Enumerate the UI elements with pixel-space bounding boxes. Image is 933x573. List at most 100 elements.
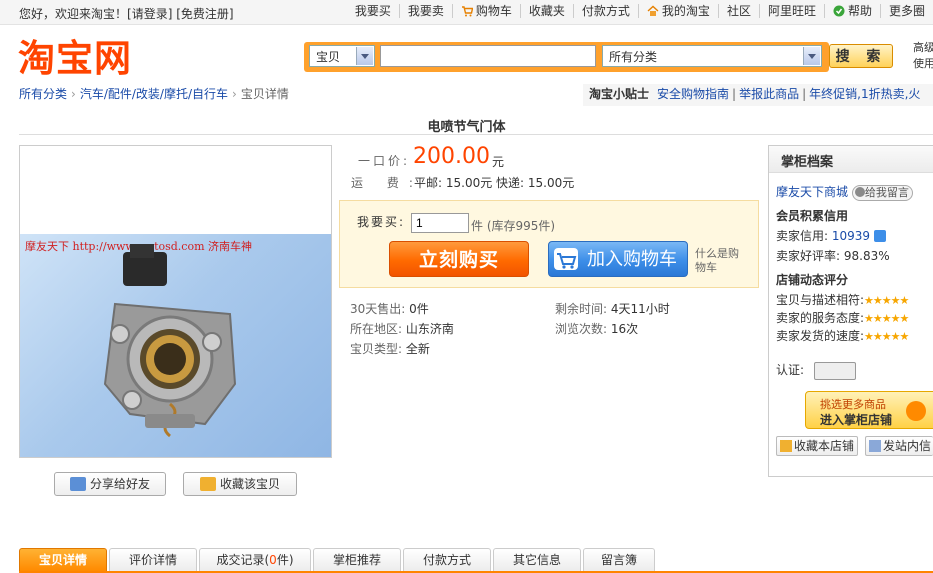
shipping-value: 平邮: 15.00元 快递: 15.00元	[414, 176, 575, 190]
favorite-button-label: 收藏该宝贝	[219, 477, 280, 491]
breadcrumb: 所有分类 › 汽车/配件/改装/摩托/自行车 › 宝贝详情	[19, 85, 289, 102]
nav-favorites[interactable]: 收藏夹	[519, 4, 573, 18]
advanced-search-link[interactable]: 高级 使用	[913, 40, 933, 72]
taobao-logo[interactable]: 淘宝网	[18, 36, 132, 80]
chevron-down-icon	[356, 47, 373, 65]
mail-icon	[869, 440, 881, 452]
price-unit: 元	[492, 155, 505, 169]
price-label: 一口价:	[358, 154, 411, 168]
tab-item-detail[interactable]: 宝贝详情	[19, 548, 107, 571]
nav-aliwangwang[interactable]: 阿里旺旺	[758, 4, 824, 18]
certification-badge-icon[interactable]	[813, 361, 856, 380]
rating-stars: ★★★★★	[864, 294, 909, 307]
nav-sell[interactable]: 我要卖	[398, 4, 452, 18]
tip-link-guide[interactable]: 安全购物指南	[657, 87, 729, 101]
product-title: 电喷节气门体	[427, 120, 506, 135]
nav-cart-label: 购物车	[475, 4, 512, 18]
stat-remaining: 剩余时间: 4天11小时	[555, 300, 670, 317]
register-link[interactable]: [免费注册]	[176, 7, 233, 21]
crown-icon	[873, 230, 886, 242]
favorite-shop-label: 收藏本店铺	[794, 439, 855, 453]
login-link[interactable]: [请登录]	[127, 7, 172, 21]
tip-link-promo[interactable]: 年终促销,1折热卖,火	[809, 87, 920, 101]
stat-sold-label: 30天售出:	[350, 302, 406, 316]
nav-buy[interactable]: 我要买	[347, 4, 399, 18]
nav-my-taobao-label: 我的淘宝	[661, 4, 710, 18]
nav-my-taobao[interactable]: 我的淘宝	[637, 4, 718, 18]
home-icon	[647, 5, 659, 16]
leave-message-button[interactable]: 给我留言	[851, 185, 913, 201]
title-bar: 电喷节气门体	[19, 110, 933, 135]
rating-label: 卖家的服务态度:	[776, 311, 865, 325]
stat-remaining-value: 4天11小时	[610, 302, 670, 316]
rating-row: 卖家发货的速度:★★★★★	[776, 327, 909, 344]
search-button[interactable]: 搜 索	[829, 44, 893, 68]
quantity-input[interactable]	[411, 213, 469, 233]
nav-buy-label: 我要买	[354, 4, 391, 18]
tab-reviews[interactable]: 评价详情	[109, 548, 197, 571]
seller-shop-row: 摩友天下商城 给我留言	[776, 183, 913, 201]
cart-icon	[554, 248, 578, 270]
breadcrumb-all[interactable]: 所有分类	[19, 87, 67, 101]
nav-community-label: 社区	[726, 4, 751, 18]
certification-label: 认证:	[776, 363, 805, 377]
seller-credit-value[interactable]: 10939	[832, 229, 870, 243]
more-items-label: 挑选更多商品	[820, 398, 886, 411]
tab-transactions-count: 0	[269, 553, 277, 567]
favorite-icon	[199, 477, 216, 491]
favorite-item-button[interactable]: 收藏该宝贝	[183, 472, 297, 496]
price-value: 200.00	[413, 144, 490, 169]
tab-transactions[interactable]: 成交记录(0件)	[199, 548, 311, 571]
search-input[interactable]	[380, 45, 596, 67]
tab-other-info[interactable]: 其它信息	[493, 548, 581, 571]
category-select[interactable]: 所有分类	[602, 45, 822, 67]
send-message-button[interactable]: 发站内信	[865, 436, 933, 456]
stat-sold-value: 0件	[409, 302, 429, 316]
favorite-shop-button[interactable]: 收藏本店铺	[776, 436, 858, 456]
seller-rate-label: 卖家好评率:	[776, 249, 841, 263]
stat-type-label: 宝贝类型:	[350, 342, 403, 356]
seller-panel-header: 掌柜档案	[769, 146, 933, 173]
buy-now-button[interactable]: 立刻购买	[389, 241, 529, 277]
tab-recommendations[interactable]: 掌柜推荐	[313, 548, 401, 571]
search-type-select[interactable]: 宝贝	[309, 45, 375, 67]
product-image-frame[interactable]: 摩友天下 http://www.motosd.com 济南车神	[19, 145, 332, 458]
welcome-prefix: 您好，欢迎来淘宝！	[19, 7, 128, 21]
seller-panel-title: 掌柜档案	[781, 155, 834, 170]
top-nav: 我要买 我要卖 购物车 收藏夹 付款方式 我的淘宝 社区 阿里旺旺 帮助 更多圈	[347, 4, 933, 18]
tip-link-report[interactable]: 举报此商品	[739, 87, 799, 101]
share-button[interactable]: 分享给好友	[54, 472, 166, 496]
nav-more-label: 更多圈	[888, 4, 925, 18]
breadcrumb-category[interactable]: 汽车/配件/改装/摩托/自行车	[80, 87, 228, 101]
wangwang-icon	[854, 187, 865, 197]
seller-shop-link[interactable]: 摩友天下商城	[776, 185, 848, 199]
tab-guestbook[interactable]: 留言簿	[583, 548, 655, 571]
stat-location: 所在地区: 山东济南	[350, 320, 454, 337]
nav-help[interactable]: 帮助	[823, 4, 880, 18]
nav-cart[interactable]: 购物车	[451, 4, 520, 18]
leave-message-label: 给我留言	[864, 186, 909, 199]
tab-payment[interactable]: 付款方式	[403, 548, 491, 571]
nav-community[interactable]: 社区	[717, 4, 759, 18]
nav-help-label: 帮助	[847, 4, 872, 18]
stock-text: 件 (库存995件)	[471, 219, 556, 233]
rating-row: 宝贝与描述相符:★★★★★	[776, 291, 909, 308]
rating-row: 卖家的服务态度:★★★★★	[776, 309, 909, 326]
enter-shop-button[interactable]: 挑选更多商品 进入掌柜店铺	[805, 391, 933, 429]
seller-rate-row: 卖家好评率: 98.83%	[776, 247, 890, 264]
rating-label: 卖家发货的速度:	[776, 329, 865, 343]
nav-aliwangwang-label: 阿里旺旺	[767, 4, 816, 18]
stat-type-value: 全新	[405, 342, 430, 356]
tab-transactions-suffix: 件	[276, 553, 289, 567]
seller-credit-row: 卖家信用: 10939	[776, 227, 886, 244]
breadcrumb-current: 宝贝详情	[240, 87, 289, 101]
category-select-value: 所有分类	[609, 50, 658, 64]
stat-type: 宝贝类型: 全新	[350, 340, 430, 357]
advanced-line2: 使用	[913, 57, 933, 70]
add-to-cart-button[interactable]: 加入购物车	[548, 241, 688, 277]
nav-more[interactable]: 更多圈	[879, 4, 933, 18]
tips-bar: 淘宝小贴士 安全购物指南 | 举报此商品 | 年终促销,1折热卖,火	[583, 84, 933, 106]
what-is-cart-link[interactable]: 什么是购物车	[695, 247, 741, 275]
stat-sold: 30天售出: 0件	[350, 300, 429, 317]
nav-payment[interactable]: 付款方式	[572, 4, 638, 18]
